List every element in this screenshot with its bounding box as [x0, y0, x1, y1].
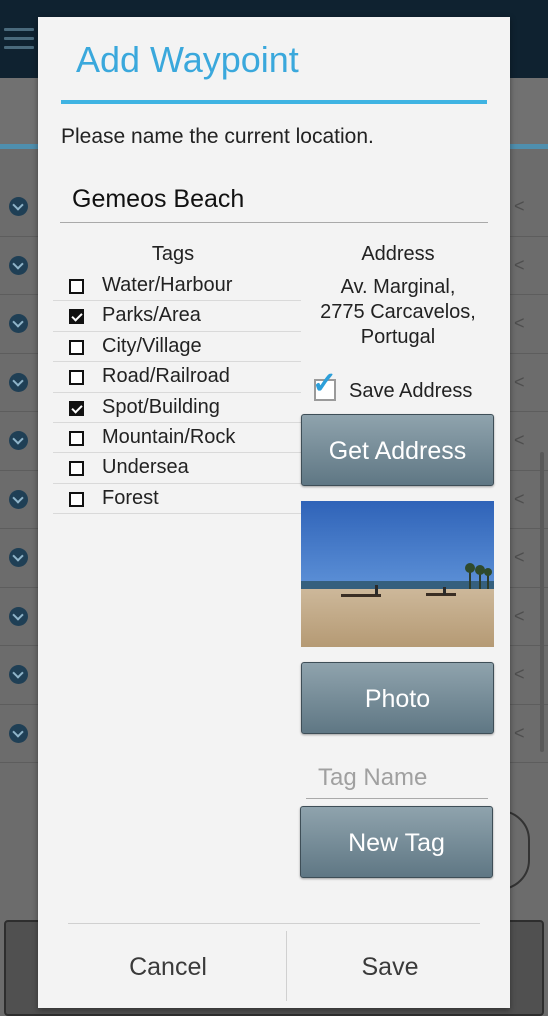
tag-label: Parks/Area	[102, 304, 201, 327]
share-icon: <	[514, 605, 525, 626]
photo-image	[301, 501, 494, 647]
tag-checkbox[interactable]	[69, 370, 84, 386]
tag-item-undersea[interactable]: Undersea	[53, 453, 301, 484]
tag-label: Road/Railroad	[102, 365, 230, 388]
tag-item-parks-area[interactable]: Parks/Area	[53, 301, 301, 332]
tag-checkbox[interactable]	[69, 400, 84, 416]
tag-item-mountain-rock[interactable]: Mountain/Rock	[53, 423, 301, 454]
chevron-down-icon	[9, 489, 28, 509]
share-icon: <	[514, 722, 525, 743]
tag-item-city-village[interactable]: City/Village	[53, 332, 301, 363]
save-button[interactable]: Save	[280, 939, 500, 995]
beach-photo	[301, 501, 494, 647]
address-line: 2775 Carcavelos,	[320, 301, 476, 323]
share-icon: <	[514, 664, 525, 684]
tag-label: Water/Harbour	[102, 274, 233, 296]
chevron-down-icon	[9, 665, 28, 684]
chevron-down-icon	[9, 606, 28, 626]
get-address-button[interactable]: Get Address	[301, 414, 494, 486]
share-icon: <	[514, 547, 525, 567]
cancel-button[interactable]: Cancel	[58, 939, 278, 995]
dialog-title: Add Waypoint	[76, 39, 299, 80]
tags-header: Tags	[151, 243, 195, 265]
tag-item-road-railroad[interactable]: Road/Railroad	[53, 362, 301, 393]
tag-label: Mountain/Rock	[102, 425, 236, 448]
tag-item-water-harbour[interactable]: Water/Harbour	[53, 271, 301, 302]
chevron-down-icon	[9, 314, 28, 333]
save-address-label: Save Address	[349, 380, 473, 402]
tag-checkbox[interactable]	[69, 309, 84, 325]
add-waypoint-dialog: Add Waypoint Please name the current loc…	[38, 17, 510, 1008]
background-scrollbar	[540, 452, 544, 752]
menu-icon	[4, 28, 34, 52]
share-icon: <	[514, 430, 525, 450]
chevron-down-icon	[9, 431, 28, 450]
chevron-down-icon	[9, 372, 28, 392]
tag-checkbox[interactable]	[69, 491, 84, 507]
chevron-down-icon	[9, 723, 28, 743]
footer-divider	[68, 923, 480, 924]
tag-item-spot-building[interactable]: Spot/Building	[53, 393, 301, 423]
chevron-down-icon	[9, 255, 28, 275]
address-text: Av. Marginal, 2775 Carcavelos, Portugal	[300, 275, 496, 350]
chevron-down-icon	[9, 197, 28, 216]
share-icon: <	[514, 313, 525, 333]
share-icon: <	[514, 488, 525, 509]
waypoint-name-input[interactable]	[60, 177, 488, 223]
save-address-checkbox[interactable]: ✓ Save Address	[312, 369, 502, 405]
chevron-down-icon	[9, 548, 28, 567]
tag-label: Undersea	[102, 456, 189, 479]
tag-item-forest[interactable]: Forest	[53, 484, 301, 515]
tag-checkbox[interactable]	[69, 339, 84, 355]
tag-name-input[interactable]	[306, 757, 488, 799]
photo-button[interactable]: Photo	[301, 662, 494, 734]
address-line: Av. Marginal,	[340, 276, 456, 298]
tags-list: Water/Harbour Parks/Area City/Village Ro…	[53, 271, 301, 515]
tag-label: Forest	[102, 486, 159, 509]
address-line: Portugal	[360, 326, 436, 348]
tag-label: City/Village	[102, 334, 202, 357]
tag-checkbox[interactable]	[69, 279, 84, 294]
address-header: Address	[361, 243, 435, 265]
tag-checkbox[interactable]	[69, 430, 84, 446]
share-icon: <	[514, 254, 525, 275]
share-icon: <	[514, 196, 525, 216]
tag-label: Spot/Building	[102, 395, 220, 418]
new-tag-button[interactable]: New Tag	[300, 806, 493, 878]
title-divider	[61, 100, 487, 104]
checkmark-icon: ✓	[312, 367, 338, 400]
tag-checkbox[interactable]	[69, 461, 84, 477]
share-icon: <	[514, 371, 525, 392]
dialog-prompt: Please name the current location.	[61, 125, 374, 148]
